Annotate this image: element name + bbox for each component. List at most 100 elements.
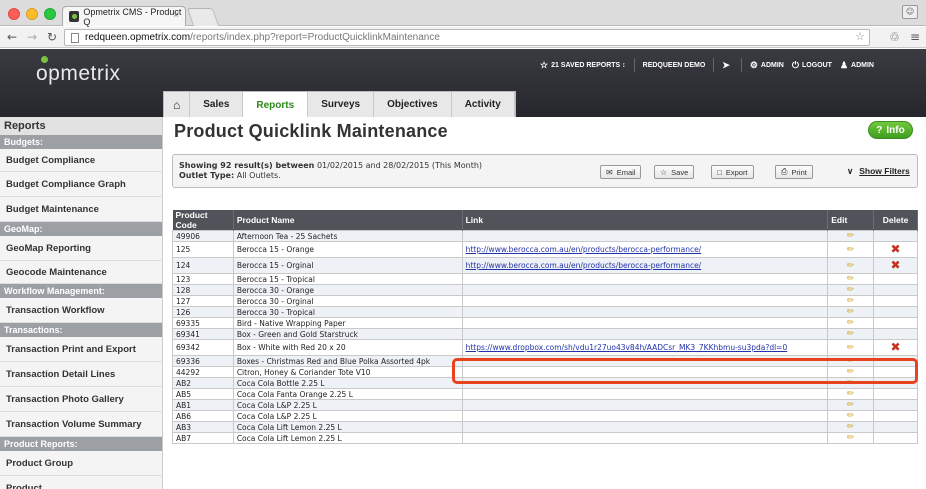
table-row[interactable]: 69341 Box - Green and Gold Starstruck ✏ (172, 328, 918, 340)
sidebar-item-product[interactable]: Product (0, 476, 162, 489)
pencil-icon[interactable]: ✏ (847, 261, 855, 271)
pencil-icon[interactable]: ✏ (847, 343, 855, 353)
user-icon: ♟ (839, 59, 849, 70)
minimize-window-button[interactable] (26, 8, 38, 20)
extension-icon[interactable]: ♲ (889, 30, 900, 44)
home-icon[interactable]: ⌂ (164, 92, 191, 117)
pencil-icon[interactable]: ✏ (847, 434, 855, 443)
opmetrix-logo[interactable]: opmetrix (36, 62, 121, 86)
back-icon[interactable]: ← (4, 30, 20, 44)
table-row[interactable]: 126 Berocca 30 - Tropical ✏ (172, 306, 918, 318)
product-code-cell: 127 (172, 295, 234, 307)
pencil-icon[interactable]: ✏ (847, 308, 855, 317)
pencil-icon[interactable]: ✏ (847, 423, 855, 432)
product-code-cell: 69342 (172, 339, 234, 356)
new-tab-button[interactable] (186, 8, 220, 26)
pencil-icon[interactable]: ✏ (847, 368, 855, 377)
show-filters-link[interactable]: ∨ Show Filters (847, 166, 910, 177)
pencil-icon[interactable]: ✏ (847, 275, 855, 284)
table-row[interactable]: AB3 Coca Cola Lift Lemon 2.25 L ✏ (172, 421, 918, 433)
link-cell (461, 399, 829, 411)
pencil-icon[interactable]: ✏ (847, 412, 855, 421)
user-profile-icon[interactable]: ☺ (902, 5, 918, 19)
forward-icon[interactable]: → (24, 30, 40, 44)
menu-icon[interactable]: ≡ (910, 30, 920, 44)
column-header-product-name[interactable]: Product Name (233, 210, 463, 231)
pencil-icon[interactable]: ✏ (847, 330, 855, 339)
company-label[interactable]: REDQUEEN DEMO (643, 62, 706, 69)
table-row[interactable]: 127 Berocca 30 - Orginal ✏ (172, 295, 918, 307)
tab-reports[interactable]: Reports (243, 92, 309, 118)
tab-close-icon[interactable]: × (173, 10, 179, 21)
table-row[interactable]: AB6 Coca Cola L&P 2.25 L ✏ (172, 410, 918, 422)
reload-icon[interactable]: ↻ (44, 30, 60, 44)
pencil-icon[interactable]: ✏ (847, 286, 855, 295)
send-icon[interactable]: ➤ (722, 60, 730, 71)
link-cell[interactable]: https://www.dropbox.com/sh/vdu1r27uo43v8… (461, 339, 829, 356)
email-button[interactable]: ✉ Email (600, 165, 642, 179)
browser-tab[interactable]: Opmetrix CMS - Product Q × (62, 6, 186, 27)
table-row[interactable]: AB5 Coca Cola Fanta Orange 2.25 L ✏ (172, 388, 918, 400)
table-row[interactable]: 123 Berocca 15 - Tropical ✏ (172, 273, 918, 285)
table-row[interactable]: 69342 Box - White with Red 20 x 20 https:/… (172, 339, 918, 356)
link-cell[interactable]: http://www.berocca.com.au/en/products/be… (461, 257, 829, 274)
user-button[interactable]: ♟ ADMIN (840, 60, 874, 71)
table-row[interactable]: 128 Berocca 30 - Orange ✏ (172, 284, 918, 296)
sidebar-item-transaction-workflow[interactable]: Transaction Workflow (0, 298, 162, 323)
link-cell[interactable]: http://www.berocca.com.au/en/products/be… (461, 241, 829, 258)
logout-button[interactable]: ⏻ LOGOUT (792, 60, 832, 71)
column-header-product-code[interactable]: Product Code (172, 210, 234, 231)
saved-reports-button[interactable]: ☆ 21 SAVED REPORTS ↕ (540, 60, 626, 71)
tab-activity[interactable]: Activity (452, 92, 515, 117)
sidebar-item-transaction-detail-lines[interactable]: Transaction Detail Lines (0, 362, 162, 387)
tab-surveys[interactable]: Surveys (308, 92, 375, 117)
pencil-icon[interactable]: ✏ (847, 390, 855, 399)
sidebar-item-transaction-print-export[interactable]: Transaction Print and Export (0, 337, 162, 362)
table-row[interactable]: AB1 Coca Cola L&P 2.25 L ✏ (172, 399, 918, 411)
save-button[interactable]: ☆ Save (654, 165, 695, 179)
table-row[interactable]: 49906 Afternoon Tea - 25 Sachets ✏ (172, 230, 918, 242)
sidebar-item-budget-maintenance[interactable]: Budget Maintenance (0, 197, 162, 222)
pencil-icon[interactable]: ✏ (847, 357, 855, 366)
column-header-link[interactable]: Link (462, 210, 829, 231)
admin-settings-button[interactable]: ⚙ ADMIN (750, 60, 784, 71)
delete-x-icon[interactable]: ✖ (891, 242, 901, 256)
pencil-icon[interactable]: ✏ (847, 319, 855, 328)
table-row[interactable]: AB7 Coca Cola Lift Lemon 2.25 L ✏ (172, 432, 918, 444)
sidebar-item-budget-compliance[interactable]: Budget Compliance (0, 149, 162, 172)
table-row[interactable]: 44292 Citron, Honey & Coriander Tote V10 ✏ (172, 366, 918, 378)
sidebar-item-budget-compliance-graph[interactable]: Budget Compliance Graph (0, 172, 162, 197)
pencil-icon[interactable]: ✏ (847, 232, 855, 241)
link-cell (461, 355, 829, 367)
table-row[interactable]: 125 Berocca 15 - Orange http://www.berocca… (172, 241, 918, 258)
table-row[interactable]: 69335 Bird - Native Wrapping Paper ✏ (172, 317, 918, 329)
question-icon: ? (876, 124, 883, 136)
maximize-window-button[interactable] (44, 8, 56, 20)
sidebar-item-transaction-photo-gallery[interactable]: Transaction Photo Gallery (0, 387, 162, 412)
tab-objectives[interactable]: Objectives (374, 92, 452, 117)
pencil-icon[interactable]: ✏ (847, 379, 855, 388)
main-content: Product Quicklink Maintenance ? Info Sho… (163, 117, 926, 489)
sidebar-section-product-reports: Product Reports: (0, 437, 162, 451)
export-button[interactable]: □ Export (711, 165, 754, 179)
bookmark-star-icon[interactable]: ☆ (855, 30, 865, 43)
pencil-icon[interactable]: ✏ (847, 401, 855, 410)
address-bar[interactable]: redqueen.opmetrix.com /reports/index.php… (64, 29, 870, 46)
column-header-delete: Delete (873, 210, 918, 231)
info-button[interactable]: ? Info (868, 121, 913, 139)
power-icon: ⏻ (791, 59, 799, 70)
close-window-button[interactable] (8, 8, 20, 20)
pencil-icon[interactable]: ✏ (847, 245, 855, 255)
sidebar-item-geocode-maintenance[interactable]: Geocode Maintenance (0, 261, 162, 284)
sidebar-item-geomap-reporting[interactable]: GeoMap Reporting (0, 236, 162, 261)
sidebar-item-product-group[interactable]: Product Group (0, 451, 162, 476)
print-button[interactable]: ⎙ Print (775, 165, 813, 179)
table-row[interactable]: AB2 Coca Cola Bottle 2.25 L ✏ (172, 377, 918, 389)
table-row[interactable]: 69336 Boxes - Christmas Red and Blue Polk… (172, 355, 918, 367)
tab-sales[interactable]: Sales (190, 92, 244, 117)
pencil-icon[interactable]: ✏ (847, 297, 855, 306)
delete-x-icon[interactable]: ✖ (891, 258, 901, 272)
table-row[interactable]: 124 Berocca 15 - Orginal http://www.berocc… (172, 257, 918, 274)
delete-x-icon[interactable]: ✖ (891, 340, 901, 354)
sidebar-item-transaction-volume-summary[interactable]: Transaction Volume Summary (0, 412, 162, 437)
